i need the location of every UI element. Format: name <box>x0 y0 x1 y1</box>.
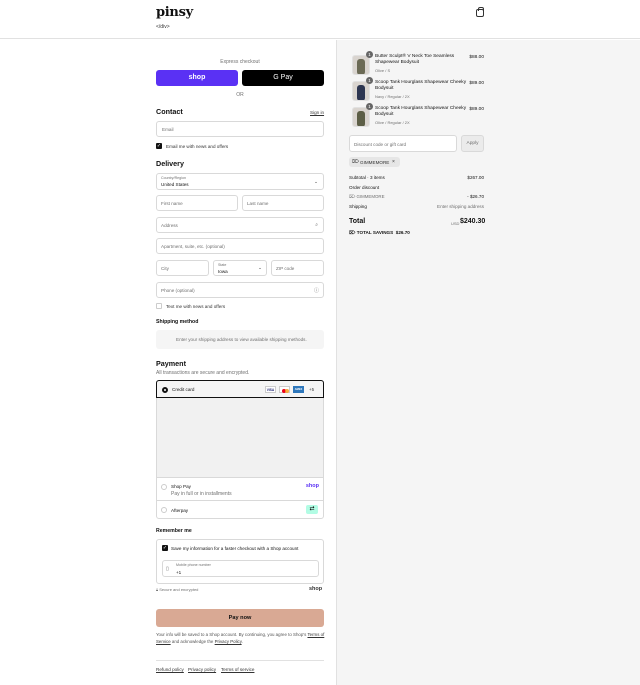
footer-divider <box>156 660 324 661</box>
refund-policy-link[interactable]: Refund policy <box>156 667 184 672</box>
legal-text: Your info will be saved to a Shop accoun… <box>156 632 325 644</box>
email-field[interactable]: Email <box>156 121 324 137</box>
first-name-field[interactable]: First name <box>156 195 238 211</box>
currency-label: USD <box>451 221 460 226</box>
chevron-down-icon: ⌄ <box>258 265 262 270</box>
state-select[interactable]: State Iowa ⌄ <box>213 260 267 276</box>
quantity-badge: 1 <box>366 103 373 110</box>
shop-pay-radio <box>161 484 167 490</box>
email-news-checkbox[interactable]: ✓ <box>156 143 162 149</box>
subtotal-label: Subtotal · 3 items <box>349 175 385 180</box>
zip-field[interactable]: ZIP code <box>271 260 324 276</box>
tag-icon: ⌦ <box>349 194 356 199</box>
shipping-method-box: Enter your shipping address to view avai… <box>156 330 324 349</box>
discount-value: - $26.70 <box>467 194 484 199</box>
total-value: $240.30 <box>460 218 486 225</box>
google-pay-button[interactable]: G Pay <box>242 70 324 86</box>
email-news-label: Email me with news and offers <box>166 143 229 149</box>
sign-in-link[interactable]: Sign in <box>310 110 324 115</box>
credit-card-option[interactable]: Credit card VISA AMEX +5 <box>156 380 324 398</box>
chevron-down-icon: ⌄ <box>314 179 318 184</box>
pay-now-button[interactable]: Pay now <box>156 609 324 627</box>
total-label: Total <box>349 218 366 225</box>
shipping-method-title: Shipping method <box>156 319 199 325</box>
quantity-badge: 1 <box>366 51 373 58</box>
search-icon: ⌕ <box>315 222 318 228</box>
mobile-icon: ▯ <box>166 566 169 572</box>
order-discount-label: Order discount <box>349 185 380 190</box>
logo-subtext: </div> <box>156 24 170 30</box>
apply-button[interactable]: Apply <box>461 135 484 152</box>
save-info-checkbox[interactable]: ✓ <box>162 545 168 551</box>
payment-title: Payment <box>156 359 186 368</box>
text-news-label: Text me with news and offers <box>166 303 226 309</box>
help-icon: ⓘ <box>313 288 319 294</box>
visa-icon: VISA <box>265 386 276 393</box>
shipping-message: Enter your shipping address to view avai… <box>176 337 307 342</box>
total-savings: ⌦ TOTAL SAVINGS $26.70 <box>349 230 410 235</box>
shop-privacy-link[interactable]: Privacy Policy <box>215 639 242 644</box>
privacy-policy-link[interactable]: Privacy policy <box>188 667 216 672</box>
apartment-field[interactable]: Apartment, suite, etc. (optional) <box>156 238 324 254</box>
store-logo[interactable]: pinsy <box>156 5 193 20</box>
shop-pay-logo: shop <box>305 483 319 489</box>
last-name-field[interactable]: Last name <box>242 195 324 211</box>
shop-pay-button[interactable]: shop <box>156 70 238 86</box>
or-divider: OR <box>236 92 244 98</box>
discount-code-field[interactable]: Discount code or gift card <box>349 135 457 152</box>
country-select[interactable]: Country/Region United States ⌄ <box>156 173 324 190</box>
shopping-bag-icon[interactable] <box>476 7 484 17</box>
product-image <box>352 81 370 101</box>
tag-icon: ⌦ <box>349 230 356 235</box>
card-form-area <box>157 398 323 478</box>
product-price: $89.00 <box>469 107 484 112</box>
remember-me-box: ✓ Save my information for a faster check… <box>156 539 324 584</box>
product-image <box>352 55 370 75</box>
secure-label: 🔒︎ Secure and encrypted <box>156 587 199 592</box>
product-variant: Olive / S <box>375 68 391 73</box>
express-checkout-label: Express checkout <box>220 59 260 65</box>
product-price: $88.00 <box>469 55 484 60</box>
afterpay-radio <box>161 507 167 513</box>
payment-subtitle: All transactions are secure and encrypte… <box>156 370 250 376</box>
text-news-checkbox[interactable] <box>156 303 162 309</box>
close-icon[interactable]: × <box>392 159 395 165</box>
header <box>0 0 640 39</box>
product-price: $89.00 <box>469 81 484 86</box>
product-image <box>352 107 370 127</box>
quantity-badge: 1 <box>366 77 373 84</box>
discount-code-row: ⌦ GIMMEMORE <box>349 194 385 199</box>
shop-logo: shop <box>309 586 323 592</box>
save-info-label: Save my information for a faster checkou… <box>171 545 299 551</box>
discount-tag: ⌦ GIMMEMORE × <box>349 157 400 167</box>
shipping-label: Shipping <box>349 204 367 209</box>
credit-card-radio <box>162 386 168 393</box>
shipping-value: Enter shipping address <box>437 204 484 209</box>
contact-title: Contact <box>156 107 183 116</box>
amex-icon: AMEX <box>293 386 304 393</box>
subtotal-value: $267.00 <box>467 175 484 180</box>
address-field[interactable]: Address ⌕ <box>156 217 324 233</box>
product-name: Butter Sculpt® V Neck Toe Seamless Shape… <box>375 54 455 66</box>
product-variant: Olive / Regular / 2X <box>375 120 410 125</box>
more-cards-badge: +5 <box>309 387 315 392</box>
afterpay-icon: ⇄ <box>306 505 318 514</box>
product-variant: Navy / Regular / 2X <box>375 94 410 99</box>
city-field[interactable]: City <box>156 260 209 276</box>
terms-of-service-link[interactable]: Terms of service <box>221 667 254 672</box>
remember-me-title: Remember me <box>156 528 192 534</box>
phone-field[interactable]: Phone (optional) ⓘ <box>156 282 324 298</box>
tag-icon: ⌦ <box>352 158 360 165</box>
mastercard-icon <box>279 386 290 393</box>
afterpay-option[interactable]: Afterpay ⇄ <box>157 502 323 518</box>
mobile-phone-field[interactable]: ▯ Mobile phone number +1 <box>162 560 319 577</box>
delivery-title: Delivery <box>156 159 184 168</box>
shop-pay-option[interactable]: Shop Pay Pay in full or in installments … <box>157 479 323 501</box>
